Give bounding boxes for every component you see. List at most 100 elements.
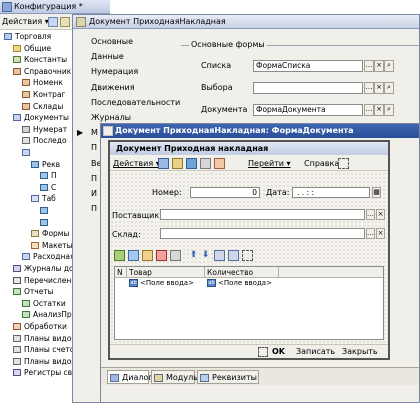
column-header-empty <box>279 267 383 278</box>
section-item[interactable]: П <box>91 174 97 183</box>
tree-item-label: Планы счетов <box>24 345 79 355</box>
preview-actions-menu[interactable]: Действия ▾ <box>113 158 160 169</box>
folder-icon <box>13 44 21 52</box>
form-field-label: Списка <box>201 61 232 70</box>
section-item[interactable]: Данные <box>91 52 124 61</box>
section-item[interactable]: Последовательности <box>91 98 180 107</box>
plan-icon <box>13 346 21 354</box>
date-label: Дата: <box>266 188 290 197</box>
form-field-label: Документа <box>201 105 248 114</box>
placeholder-icon[interactable] <box>338 158 349 169</box>
processing-icon <box>13 323 21 330</box>
select-button[interactable]: … <box>364 82 374 94</box>
tree-item-label: П <box>51 171 57 181</box>
constants-icon <box>13 56 21 64</box>
section-item[interactable]: М <box>91 128 98 137</box>
close-button[interactable]: Закрыть <box>342 346 378 358</box>
tree-item-label: Остатки <box>33 298 66 308</box>
copy-icon[interactable] <box>158 158 169 169</box>
register-icon <box>13 369 21 377</box>
column-header-quantity[interactable]: Количество <box>205 267 279 278</box>
calendar-icon[interactable]: ▦ <box>372 187 381 198</box>
section-item[interactable]: Журналы <box>91 113 131 122</box>
end-edit-icon[interactable] <box>170 250 181 261</box>
catalog-icon <box>22 91 30 98</box>
number-input[interactable]: 0 <box>190 187 260 198</box>
form-preview: Документ Приходная накладная Действия ▾ … <box>108 140 390 360</box>
main-forms-group-title: Основные формы <box>189 40 267 49</box>
form-editor-title-bar: Документ ПриходнаяНакладная: ФормаДокуме… <box>101 124 419 138</box>
clear-icon[interactable]: × <box>374 104 384 116</box>
tree-item-label: Рекв <box>42 159 61 169</box>
save-icon[interactable] <box>186 158 197 169</box>
clear-icon[interactable]: × <box>374 60 384 72</box>
select-button[interactable]: … <box>364 104 374 116</box>
select-button[interactable]: … <box>364 60 374 72</box>
warehouse-input[interactable] <box>160 228 365 239</box>
column-header-goods[interactable]: Товар <box>127 267 205 278</box>
open-icon[interactable]: ⌕ <box>384 104 394 116</box>
goods-cell[interactable]: ab <Поле ввода> <box>128 278 206 288</box>
tree-item-label: Отчеты <box>24 287 54 297</box>
edit-icon[interactable] <box>60 17 70 27</box>
goods-table[interactable]: N Товар Количество ab <Поле ввода> ab <Пол… <box>114 266 384 340</box>
section-item[interactable]: П <box>91 143 97 152</box>
section-item[interactable]: И <box>91 189 97 198</box>
tree-item-label: Документы <box>24 113 69 123</box>
date-input[interactable]: . . : : <box>292 187 370 198</box>
warehouse-clear-icon[interactable]: × <box>376 228 385 239</box>
placeholder-icon[interactable] <box>242 250 253 261</box>
delete-row-icon[interactable] <box>156 250 167 261</box>
form-editor-tabs: Диалог Модуль Реквизиты <box>101 367 419 385</box>
report-icon <box>22 299 30 307</box>
journal-icon <box>13 265 21 272</box>
placeholder-icon[interactable] <box>258 347 268 357</box>
move-up-icon[interactable]: ⬆ <box>188 250 199 261</box>
edit-row-icon[interactable] <box>142 250 153 261</box>
ok-button[interactable]: OK <box>272 346 285 358</box>
goto-menu[interactable]: Перейти ▾ <box>248 158 291 169</box>
form-field-input[interactable] <box>253 82 363 94</box>
document-icon <box>22 149 30 156</box>
supplier-clear-icon[interactable]: × <box>376 209 385 220</box>
form-field-input[interactable]: ФормаДокумента <box>253 104 363 116</box>
input-field-icon: ab <box>129 279 138 287</box>
warehouse-select-button[interactable]: … <box>366 228 375 239</box>
help-menu[interactable]: Справка <box>304 158 339 169</box>
tree-item-label: Контраг <box>33 90 66 99</box>
tree-item-label: Формы <box>42 229 70 239</box>
quantity-cell[interactable]: ab <Поле ввода> <box>206 278 280 288</box>
open-icon[interactable]: ⌕ <box>384 60 394 72</box>
post-icon[interactable] <box>172 158 183 169</box>
tabular-toolbar: ⬆ ⬇ <box>112 250 262 262</box>
section-item[interactable]: Основные <box>91 37 133 46</box>
sort-asc-icon[interactable] <box>214 250 225 261</box>
tab-module[interactable]: Модуль <box>151 370 198 384</box>
sort-desc-icon[interactable] <box>228 250 239 261</box>
add-row-icon[interactable] <box>114 250 125 261</box>
column-header-n[interactable]: N <box>115 267 127 278</box>
config-title-bar: Конфигурация * <box>0 0 110 14</box>
tab-attributes[interactable]: Реквизиты <box>197 370 259 384</box>
supplier-input[interactable] <box>160 209 365 220</box>
report-icon <box>13 288 21 296</box>
section-item[interactable]: Движения <box>91 83 135 92</box>
print-icon[interactable] <box>200 158 211 169</box>
section-item[interactable]: Нумерация <box>91 67 138 76</box>
find-icon[interactable] <box>214 158 225 169</box>
add-icon[interactable] <box>48 17 58 27</box>
tree-item-label: Нумерат <box>33 124 68 134</box>
supplier-select-button[interactable]: … <box>366 209 375 220</box>
document-title: Документ ПриходнаяНакладная <box>89 17 226 26</box>
clear-icon[interactable]: × <box>374 82 384 94</box>
section-item[interactable]: П <box>91 204 97 213</box>
move-down-icon[interactable]: ⬇ <box>200 250 211 261</box>
catalog-icon <box>13 67 21 75</box>
form-field-input[interactable]: ФормаСписка <box>253 60 363 72</box>
copy-row-icon[interactable] <box>128 250 139 261</box>
config-actions-menu[interactable]: Действия ▾ <box>2 16 49 28</box>
tab-dialog[interactable]: Диалог <box>107 370 153 384</box>
dialog-icon <box>110 374 119 382</box>
open-icon[interactable]: ⌕ <box>384 82 394 94</box>
save-button[interactable]: Записать <box>296 346 335 358</box>
